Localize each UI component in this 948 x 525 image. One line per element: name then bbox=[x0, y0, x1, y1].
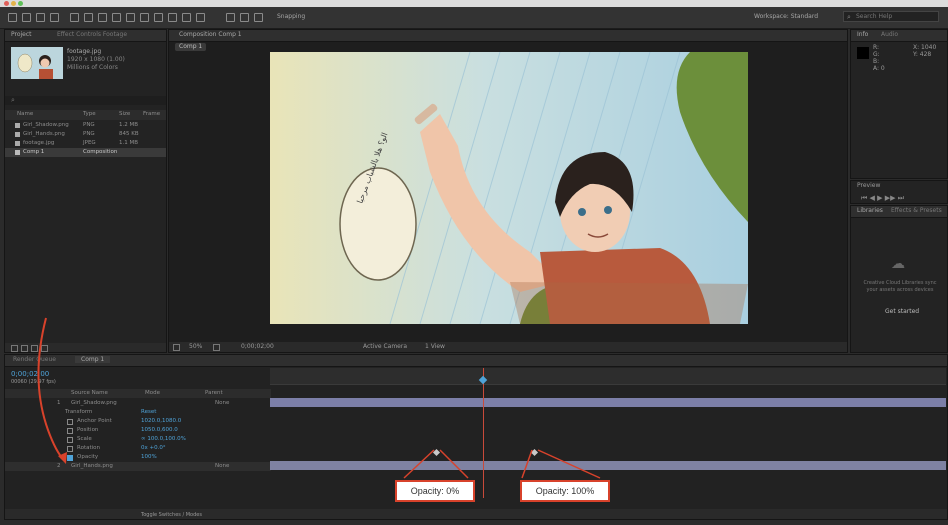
callout-opacity-0: Opacity: 0% bbox=[395, 480, 475, 502]
annotation-overlay bbox=[37, 317, 601, 479]
callout-opacity-100: Opacity: 100% bbox=[520, 480, 610, 502]
